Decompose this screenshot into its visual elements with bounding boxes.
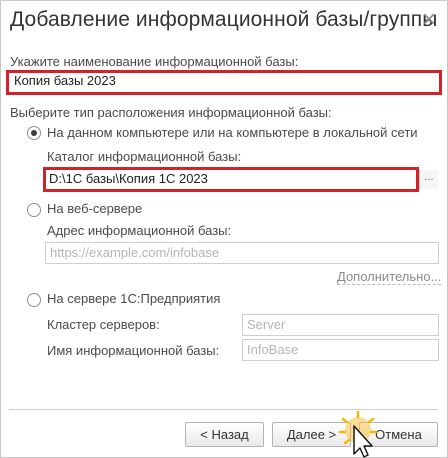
address-label: Адрес информационной базы: — [47, 223, 232, 238]
add-infobase-dialog: Добавление информационной базы/группы × … — [0, 0, 448, 458]
catalog-label: Каталог информационной базы: — [47, 149, 242, 164]
close-icon[interactable]: × — [417, 7, 441, 33]
address-input[interactable]: https://example.com/infobase — [45, 242, 439, 264]
cluster-label: Кластер серверов: — [47, 317, 160, 332]
ib-name-label: Имя информационной базы: — [47, 343, 220, 358]
more-options-link[interactable]: Дополнительно... — [337, 270, 442, 285]
radio-1c-server-label[interactable]: На сервере 1С:Предприятия — [47, 291, 220, 306]
cluster-input[interactable]: Server — [242, 314, 439, 336]
location-type-label: Выберите тип расположения информационной… — [10, 105, 332, 120]
ib-name-input[interactable]: InfoBase — [242, 339, 439, 361]
catalog-highlight-frame — [43, 167, 419, 192]
radio-selected-dot — [31, 130, 37, 136]
radio-web-server[interactable] — [27, 203, 41, 217]
radio-web-server-label[interactable]: На веб-сервере — [47, 201, 142, 216]
browse-button[interactable]: ... — [419, 170, 438, 189]
radio-local[interactable] — [27, 126, 41, 140]
infobase-name-label: Укажите наименование информационной базы… — [10, 54, 299, 69]
back-button[interactable]: < Назад — [185, 422, 264, 447]
dialog-title: Добавление информационной базы/группы — [10, 8, 438, 31]
radio-local-label[interactable]: На данном компьютере или на компьютере в… — [47, 125, 418, 140]
mouse-pointer-icon — [338, 410, 378, 458]
radio-1c-server[interactable] — [27, 293, 41, 307]
name-highlight-frame — [6, 70, 442, 95]
